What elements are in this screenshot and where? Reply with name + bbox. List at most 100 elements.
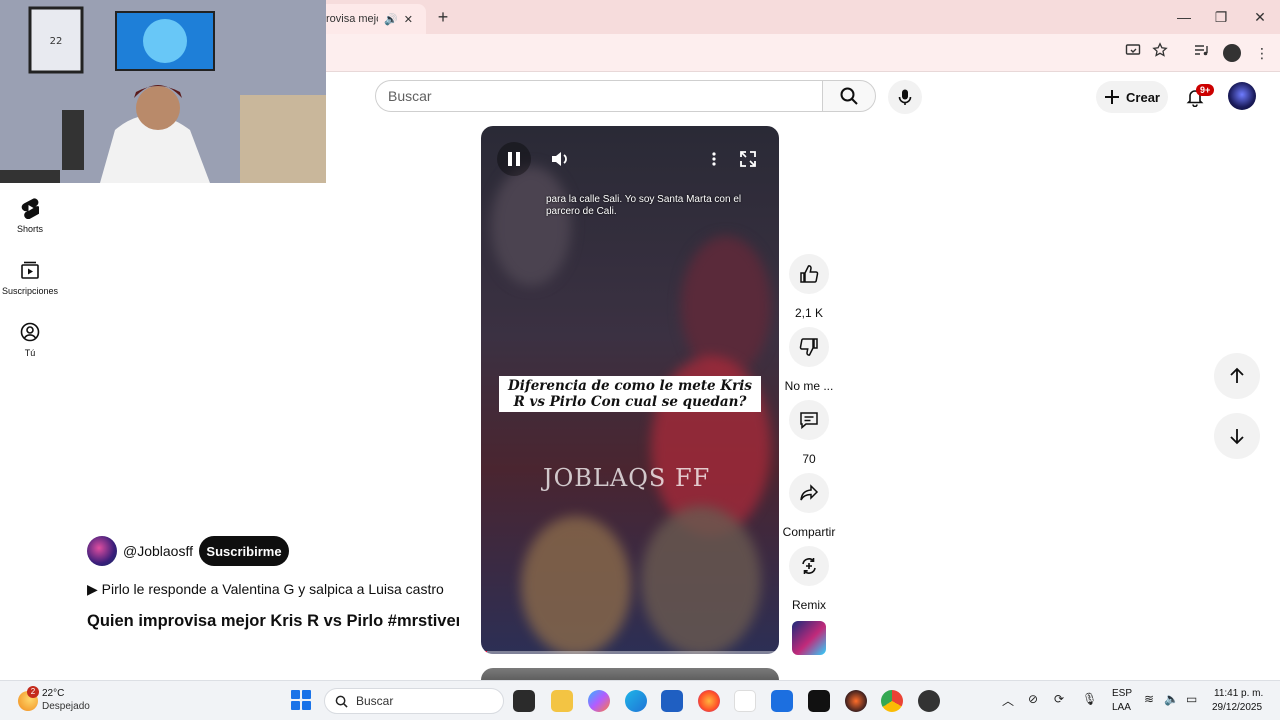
network-off-icon[interactable]: ⊘ xyxy=(1028,692,1038,706)
chrome-icon[interactable] xyxy=(881,690,903,712)
profile-avatar-icon[interactable] xyxy=(1223,44,1241,62)
sidebar-item-shorts[interactable]: Shorts xyxy=(0,196,60,234)
short-video-player[interactable]: para la calle Sali. Yo soy Santa Marta c… xyxy=(481,126,779,654)
weather-description[interactable]: Despejado xyxy=(42,701,90,712)
dislike-label: No me ... xyxy=(784,379,834,393)
related-video-link[interactable]: ▶ Pirlo le responde a Valentina G y salp… xyxy=(87,581,444,598)
sound-thumbnail[interactable] xyxy=(792,621,826,655)
close-window-button[interactable]: ✕ xyxy=(1247,6,1273,28)
volume-tray-icon[interactable]: 🔈 xyxy=(1164,692,1179,706)
tab-title: rovisa mejor xyxy=(326,13,378,25)
remix-action[interactable]: Remix xyxy=(778,546,840,612)
tab-close-icon[interactable]: ✕ xyxy=(404,13,413,26)
capcut-icon[interactable] xyxy=(808,690,830,712)
microphone-icon xyxy=(898,89,912,105)
channel-avatar[interactable] xyxy=(87,536,117,566)
arrow-down-icon xyxy=(1230,429,1244,445)
search-placeholder: Buscar xyxy=(388,88,432,104)
copilot-icon[interactable] xyxy=(588,690,610,712)
firefox-icon[interactable] xyxy=(698,690,720,712)
restore-button[interactable]: ❐ xyxy=(1208,6,1234,28)
tab-audio-icon[interactable]: 🔊 xyxy=(384,13,398,26)
browser-tab-active[interactable]: rovisa mejor 🔊 ✕ xyxy=(318,4,426,34)
like-action[interactable]: 2,1 K xyxy=(778,254,840,320)
store-icon[interactable] xyxy=(661,690,683,712)
pause-icon xyxy=(508,152,520,166)
start-tile xyxy=(302,701,311,710)
remix-button[interactable] xyxy=(789,546,829,586)
amazon-icon[interactable] xyxy=(734,690,756,712)
bookmark-star-icon[interactable] xyxy=(1149,42,1171,64)
weather-temperature[interactable]: 22°C xyxy=(42,688,64,699)
task-view-icon[interactable] xyxy=(513,690,535,712)
volume-icon xyxy=(552,152,567,166)
create-label: Crear xyxy=(1126,89,1160,105)
start-button[interactable] xyxy=(291,690,311,710)
search-input[interactable]: Buscar xyxy=(375,80,823,112)
new-tab-button[interactable]: + xyxy=(432,6,454,28)
taskbar-search[interactable]: Buscar xyxy=(324,688,504,714)
share-icon xyxy=(800,484,819,501)
short-title[interactable]: Quien improvisa mejor Kris R vs Pirlo #m… xyxy=(87,612,459,631)
video-progress-fill xyxy=(481,651,487,654)
video-progress-bar[interactable] xyxy=(481,651,779,654)
search-button[interactable] xyxy=(822,80,876,112)
wifi-icon[interactable]: ≋ xyxy=(1144,692,1154,706)
mic-tray-icon[interactable]: 🎙 xyxy=(1082,692,1097,706)
obs-icon[interactable] xyxy=(918,690,940,712)
start-tile xyxy=(291,690,300,699)
share-action[interactable]: Compartir xyxy=(778,473,840,539)
svg-text:22: 22 xyxy=(50,36,63,47)
create-button[interactable]: Crear xyxy=(1096,81,1168,113)
keyboard-layout[interactable]: LAA xyxy=(1112,702,1131,713)
video-frame-figure xyxy=(681,236,771,376)
sidebar-item-subscriptions[interactable]: Suscripciones xyxy=(0,258,60,296)
language-indicator[interactable]: ESP xyxy=(1112,688,1132,699)
clock-time[interactable]: 11:41 p. m. xyxy=(1214,688,1263,699)
like-button[interactable] xyxy=(789,254,829,294)
video-frame-figure xyxy=(641,506,761,654)
previous-short-button[interactable] xyxy=(1214,353,1260,399)
pause-button[interactable] xyxy=(497,142,531,176)
comments-button[interactable] xyxy=(789,400,829,440)
video-frame-figure xyxy=(521,516,631,654)
voice-search-button[interactable] xyxy=(888,80,922,114)
channel-handle[interactable]: @Joblaosff xyxy=(123,543,193,559)
start-tile xyxy=(302,690,311,699)
fullscreen-icon xyxy=(740,151,756,167)
browser-menu-icon[interactable]: ⋮ xyxy=(1251,42,1273,64)
more-options-icon[interactable] xyxy=(697,142,731,176)
battery-icon[interactable]: ▭ xyxy=(1186,692,1197,706)
subscriptions-icon xyxy=(18,258,42,282)
weather-badge: 2 xyxy=(27,686,39,698)
sidebar-item-you[interactable]: Tú xyxy=(0,320,60,358)
dislike-button[interactable] xyxy=(789,327,829,367)
fullscreen-button[interactable] xyxy=(731,142,765,176)
thumbs-up-icon xyxy=(800,265,819,283)
plus-icon xyxy=(1105,90,1120,104)
cast-icon[interactable] xyxy=(1122,42,1144,64)
tray-overflow-icon[interactable]: ︿ xyxy=(1002,692,1014,709)
comments-action[interactable]: 70 xyxy=(778,400,840,466)
account-avatar[interactable] xyxy=(1228,82,1256,110)
taskbar-search-label: Buscar xyxy=(356,694,394,708)
media-queue-icon[interactable] xyxy=(1190,42,1212,64)
share-label: Compartir xyxy=(782,525,836,539)
file-explorer-icon[interactable] xyxy=(551,690,573,712)
edge-icon[interactable] xyxy=(625,690,647,712)
arrow-up-icon xyxy=(1230,367,1244,383)
search-icon xyxy=(335,695,348,708)
dislike-action[interactable]: No me ... xyxy=(778,327,840,393)
comment-icon xyxy=(800,412,818,430)
next-short-button[interactable] xyxy=(1214,413,1260,459)
brave-icon[interactable] xyxy=(845,690,867,712)
sync-icon[interactable]: ⟳ xyxy=(1054,692,1064,706)
dropbox-icon[interactable] xyxy=(771,690,793,712)
volume-button[interactable] xyxy=(543,142,577,176)
minimize-button[interactable]: — xyxy=(1171,6,1197,28)
share-button[interactable] xyxy=(789,473,829,513)
search-icon xyxy=(840,87,858,105)
shorts-icon xyxy=(18,196,42,220)
subscribe-button[interactable]: Suscribirme xyxy=(199,536,289,566)
clock-date[interactable]: 29/12/2025 xyxy=(1212,702,1262,713)
